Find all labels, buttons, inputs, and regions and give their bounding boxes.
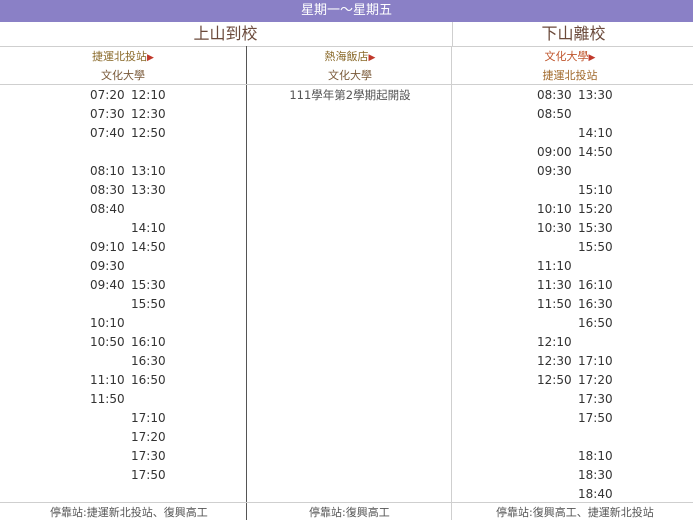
uphill-time: 15:50 xyxy=(131,297,166,311)
uphill-time: 12:10 xyxy=(131,88,166,102)
arrow-right-icon: ▶ xyxy=(147,53,154,63)
uphill-time: 10:10 xyxy=(90,316,125,330)
downhill-time: 18:10 xyxy=(578,449,613,463)
uphill-time: 17:30 xyxy=(131,449,166,463)
uphill-time: 11:10 xyxy=(90,373,125,387)
uphill-time: 09:10 xyxy=(90,240,125,254)
header-separator xyxy=(0,84,693,85)
downhill-time: 16:10 xyxy=(578,278,613,292)
route-col1: 捷運北投站▶ 文化大學 xyxy=(23,48,223,84)
uphill-time: 10:50 xyxy=(90,335,125,349)
footer-col1: 停靠站:捷運新北投站、復興高工 xyxy=(50,506,208,519)
uphill-time: 16:50 xyxy=(131,373,166,387)
downhill-time: 14:10 xyxy=(578,126,613,140)
downhill-time: 15:30 xyxy=(578,221,613,235)
downhill-time: 12:50 xyxy=(537,373,572,387)
footer-separator xyxy=(0,502,693,503)
uphill-time: 09:40 xyxy=(90,278,125,292)
uphill-time: 08:30 xyxy=(90,183,125,197)
downhill-time: 11:10 xyxy=(537,259,572,273)
downhill-time: 10:30 xyxy=(537,221,572,235)
uphill-time: 14:10 xyxy=(131,221,166,235)
downhill-time: 15:20 xyxy=(578,202,613,216)
column-divider xyxy=(246,46,247,520)
downhill-time: 08:30 xyxy=(537,88,572,102)
route-col3: 文化大學▶ 捷運北投站 xyxy=(470,48,670,84)
downhill-time: 17:20 xyxy=(578,373,613,387)
uphill-time: 16:30 xyxy=(131,354,166,368)
uphill-time: 15:30 xyxy=(131,278,166,292)
uphill-time: 13:10 xyxy=(131,164,166,178)
uphill-time: 16:10 xyxy=(131,335,166,349)
bus-timetable: 星期一～星期五 上山到校 下山離校 捷運北投站▶ 文化大學 熱海飯店▶ 文化大學… xyxy=(0,0,693,520)
uphill-time: 14:50 xyxy=(131,240,166,254)
downhill-time: 17:50 xyxy=(578,411,613,425)
downhill-time: 13:30 xyxy=(578,88,613,102)
downhill-time: 10:10 xyxy=(537,202,572,216)
downhill-time: 12:30 xyxy=(537,354,572,368)
col2-note: 111學年第2學期起開設 xyxy=(289,88,411,102)
route-col2-to: 文化大學 xyxy=(328,69,372,82)
route-col2-from: 熱海飯店 xyxy=(324,50,369,63)
downhill-time: 15:10 xyxy=(578,183,613,197)
downhill-time: 15:50 xyxy=(578,240,613,254)
header-uphill: 上山到校 xyxy=(0,22,451,47)
uphill-time: 17:10 xyxy=(131,411,166,425)
arrow-right-icon: ▶ xyxy=(368,53,376,63)
downhill-time: 12:10 xyxy=(537,335,572,349)
uphill-time: 07:20 xyxy=(90,88,125,102)
downhill-time: 09:30 xyxy=(537,164,572,178)
route-col3-to: 捷運北投站 xyxy=(542,69,598,82)
uphill-time: 08:40 xyxy=(90,202,125,216)
footer-col3: 停靠站:復興高工、捷運新北投站 xyxy=(496,506,654,519)
uphill-time: 09:30 xyxy=(90,259,125,273)
route-col3-from: 文化大學 xyxy=(544,50,589,63)
footer-col2: 停靠站:復興高工 xyxy=(309,506,390,519)
uphill-time: 08:10 xyxy=(90,164,125,178)
downhill-time: 11:50 xyxy=(537,297,572,311)
downhill-time: 18:30 xyxy=(578,468,613,482)
uphill-time: 13:30 xyxy=(131,183,166,197)
day-banner: 星期一～星期五 xyxy=(0,0,693,22)
downhill-time: 11:30 xyxy=(537,278,572,292)
downhill-time: 09:00 xyxy=(537,145,572,159)
route-col1-from: 捷運北投站 xyxy=(92,50,148,63)
downhill-time: 14:50 xyxy=(578,145,613,159)
uphill-time: 07:40 xyxy=(90,126,125,140)
header-downhill: 下山離校 xyxy=(452,22,693,47)
uphill-time: 07:30 xyxy=(90,107,125,121)
route-col1-to: 文化大學 xyxy=(101,69,145,82)
downhill-time: 18:40 xyxy=(578,487,613,501)
downhill-time: 08:50 xyxy=(537,107,572,121)
uphill-time: 17:20 xyxy=(131,430,166,444)
route-col2: 熱海飯店▶ 文化大學 xyxy=(250,48,450,84)
downhill-time: 16:50 xyxy=(578,316,613,330)
downhill-time: 17:10 xyxy=(578,354,613,368)
section-divider xyxy=(451,46,452,520)
downhill-time: 16:30 xyxy=(578,297,613,311)
uphill-time: 11:50 xyxy=(90,392,125,406)
uphill-time: 12:30 xyxy=(131,107,166,121)
uphill-time: 12:50 xyxy=(131,126,166,140)
arrow-right-icon: ▶ xyxy=(588,53,596,63)
downhill-time: 17:30 xyxy=(578,392,613,406)
uphill-time: 17:50 xyxy=(131,468,166,482)
